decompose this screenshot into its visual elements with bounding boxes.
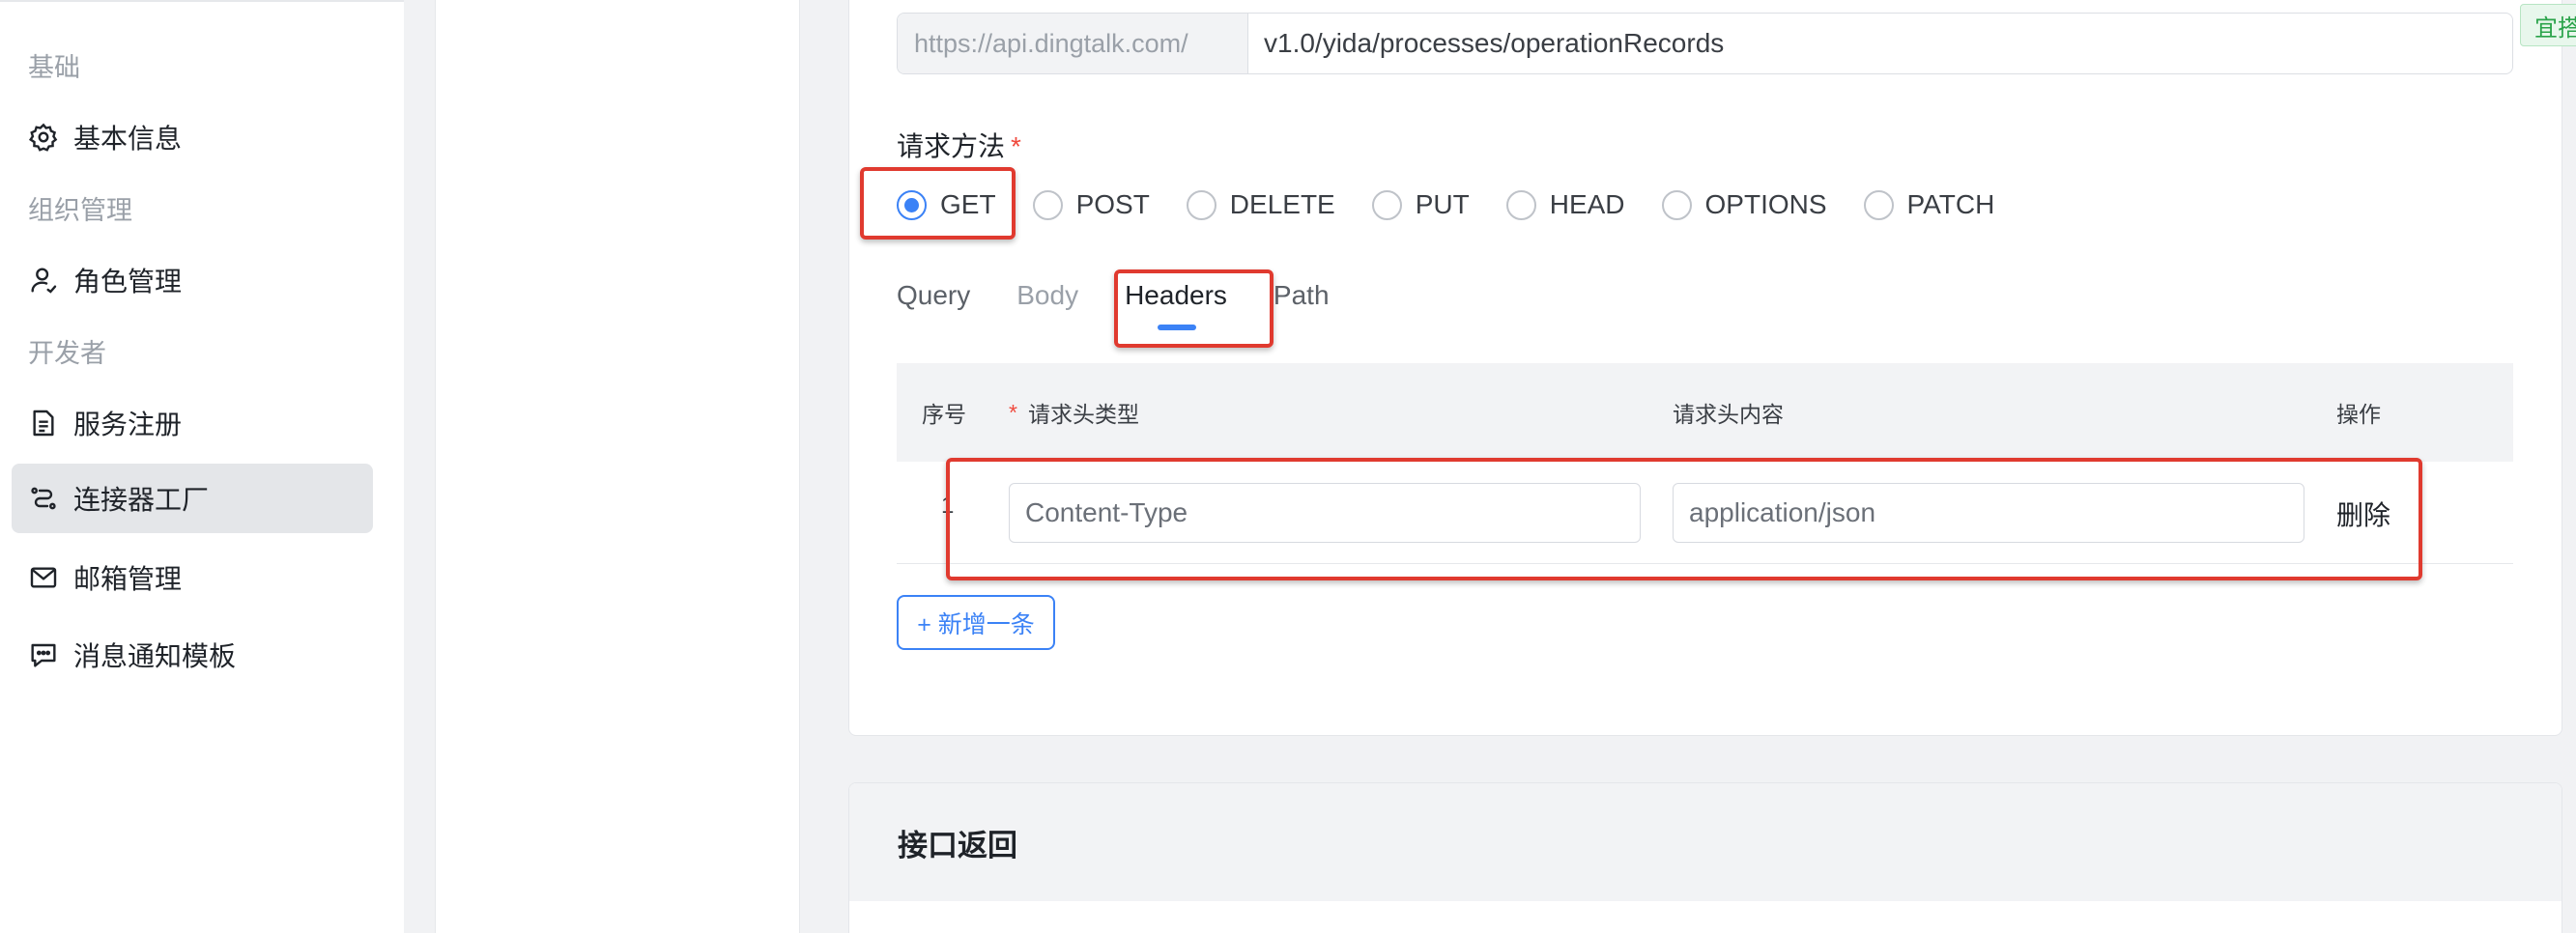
add-row-button[interactable]: + 新增一条 bbox=[897, 595, 1055, 650]
header-type-input[interactable]: Content-Type bbox=[1009, 483, 1641, 543]
row-index: 1 bbox=[941, 493, 955, 519]
radio-unchecked-icon bbox=[1661, 189, 1692, 220]
sidebar-item-label: 角色管理 bbox=[73, 267, 183, 297]
sidebar-group-basic: 基础 bbox=[28, 53, 80, 82]
secondary-panel bbox=[435, 0, 800, 933]
method-radio-patch[interactable]: PATCH bbox=[1863, 189, 1995, 220]
corner-tag: 宜搭 bbox=[2520, 4, 2576, 46]
mail-icon bbox=[27, 561, 60, 594]
sidebar-item-connector-factory[interactable]: 连接器工厂 bbox=[12, 464, 373, 533]
method-radio-post[interactable]: POST bbox=[1032, 189, 1150, 220]
column-action: 操作 bbox=[2336, 402, 2381, 427]
tab-headers[interactable]: Headers bbox=[1125, 280, 1227, 338]
radio-label: PUT bbox=[1415, 189, 1470, 219]
table-header: 序号 * 请求头类型 请求头内容 操作 bbox=[897, 363, 2513, 462]
sidebar-item-label: 邮箱管理 bbox=[73, 564, 183, 594]
column-index: 序号 bbox=[922, 402, 966, 427]
sidebar-group-org: 组织管理 bbox=[28, 196, 132, 225]
sidebar-item-label: 消息通知模板 bbox=[73, 641, 237, 671]
active-tab-indicator bbox=[1158, 325, 1197, 330]
radio-unchecked-icon bbox=[1505, 189, 1536, 220]
radio-unchecked-icon bbox=[1371, 189, 1402, 220]
header-content-input[interactable]: application/json bbox=[1673, 483, 2304, 543]
sidebar-item-label: 服务注册 bbox=[73, 410, 183, 439]
response-section: 接口返回 bbox=[848, 782, 2562, 933]
radio-label: PATCH bbox=[1906, 189, 1995, 219]
radio-label: OPTIONS bbox=[1704, 189, 1827, 219]
tab-query[interactable]: Query bbox=[897, 280, 970, 338]
method-radio-get[interactable]: GET bbox=[897, 189, 996, 220]
request-method-label: 请求方法 * bbox=[897, 126, 1021, 164]
sidebar-item-mail-management[interactable]: 邮箱管理 bbox=[12, 543, 373, 612]
api-url-input[interactable]: https://api.dingtalk.com/ v1.0/yida/proc… bbox=[897, 13, 2513, 74]
required-mark: * bbox=[1011, 131, 1021, 161]
sidebar-item-message-template[interactable]: 消息通知模板 bbox=[12, 620, 373, 690]
request-method-label-text: 请求方法 bbox=[897, 131, 1006, 161]
document-icon bbox=[27, 407, 60, 439]
sidebar-item-label: 连接器工厂 bbox=[73, 485, 210, 515]
sidebar: 基础 基本信息 组织管理 角色管理 开发者 服务注册 连接器工厂 邮箱管理 消息… bbox=[0, 0, 404, 933]
params-tabs: Query Body Headers Path bbox=[897, 280, 1376, 338]
response-section-title: 接口返回 bbox=[849, 783, 2562, 901]
tab-path[interactable]: Path bbox=[1274, 280, 1330, 338]
sidebar-item-label: 基本信息 bbox=[73, 124, 183, 154]
delete-row-button[interactable]: 删除 bbox=[2336, 495, 2390, 533]
sidebar-group-developer: 开发者 bbox=[28, 339, 106, 368]
radio-label: HEAD bbox=[1549, 189, 1625, 219]
sidebar-item-service-registry[interactable]: 服务注册 bbox=[12, 388, 373, 458]
required-mark: * bbox=[1009, 399, 1017, 425]
radio-unchecked-icon bbox=[1863, 189, 1894, 220]
message-icon bbox=[27, 638, 60, 671]
radio-label: GET bbox=[940, 189, 996, 219]
tab-label: Headers bbox=[1125, 280, 1227, 310]
column-header-type: 请求头类型 bbox=[1028, 402, 1139, 427]
method-radio-head[interactable]: HEAD bbox=[1505, 189, 1625, 220]
column-header-content: 请求头内容 bbox=[1673, 402, 1784, 427]
sidebar-item-role-management[interactable]: 角色管理 bbox=[12, 245, 373, 315]
radio-checked-icon bbox=[897, 189, 927, 220]
request-method-radio-group: GET POST DELETE PUT HEAD OPTIONS PATCH bbox=[897, 185, 2031, 224]
tab-body[interactable]: Body bbox=[1016, 280, 1078, 338]
gear-icon bbox=[27, 121, 60, 154]
connector-icon bbox=[27, 482, 60, 515]
url-path-value[interactable]: v1.0/yida/processes/operationRecords bbox=[1248, 14, 2512, 73]
method-radio-put[interactable]: PUT bbox=[1371, 189, 1470, 220]
sidebar-item-basic-info[interactable]: 基本信息 bbox=[12, 102, 373, 172]
radio-unchecked-icon bbox=[1186, 189, 1216, 220]
radio-unchecked-icon bbox=[1032, 189, 1063, 220]
url-prefix: https://api.dingtalk.com/ bbox=[898, 14, 1248, 73]
radio-label: POST bbox=[1075, 189, 1150, 219]
radio-label: DELETE bbox=[1229, 189, 1335, 219]
method-radio-delete[interactable]: DELETE bbox=[1186, 189, 1335, 220]
method-radio-options[interactable]: OPTIONS bbox=[1661, 189, 1827, 220]
user-role-icon bbox=[27, 264, 60, 297]
